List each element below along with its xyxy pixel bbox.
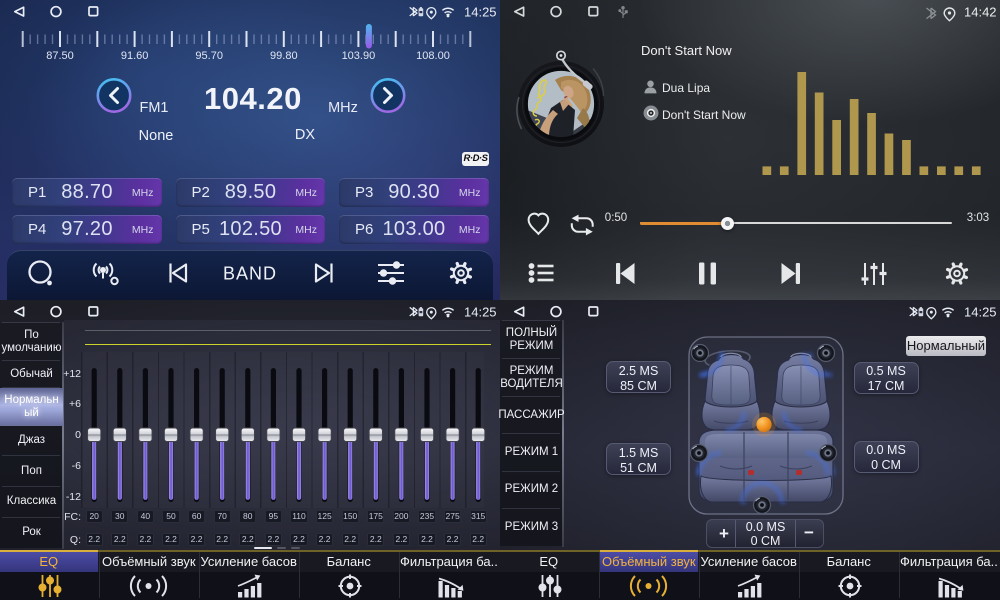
svg-text:95.70: 95.70 (195, 50, 223, 62)
svg-text:14:25: 14:25 (464, 305, 497, 320)
svg-text:103.90: 103.90 (342, 50, 376, 62)
svg-text:91.60: 91.60 (121, 50, 149, 62)
svg-text:108.00: 108.00 (416, 50, 450, 62)
svg-text:99.80: 99.80 (270, 50, 298, 62)
svg-text:14:25: 14:25 (964, 305, 997, 320)
svg-text:BAND: BAND (223, 264, 277, 284)
svg-text:87.50: 87.50 (46, 50, 74, 62)
svg-text:14:42: 14:42 (964, 5, 997, 20)
